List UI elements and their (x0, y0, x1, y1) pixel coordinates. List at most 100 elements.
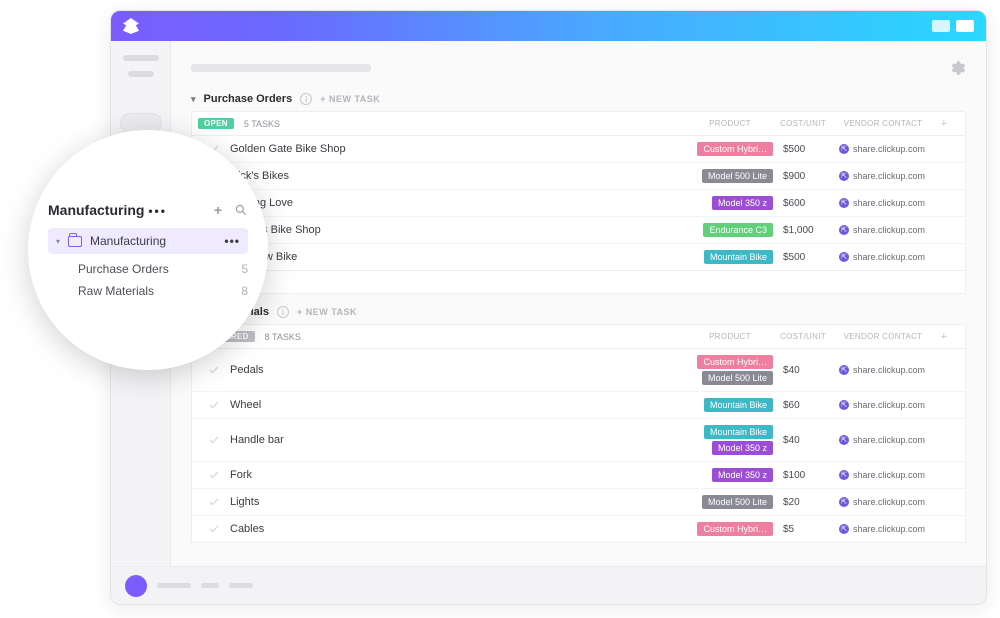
product-chip[interactable]: Model 350 z (712, 468, 773, 482)
cost-cell: $40 (773, 435, 833, 446)
sidebar-folder-manufacturing[interactable]: ▾ Manufacturing ••• (48, 228, 248, 254)
product-chip[interactable]: Model 500 Lite (702, 371, 773, 385)
cost-cell: $900 (773, 171, 833, 182)
cost-cell: $1,000 (773, 225, 833, 236)
task-row[interactable]: PedalsCustom Hybri…Model 500 Lite$40⇱sha… (192, 349, 965, 391)
folder-label: Manufacturing (90, 234, 166, 248)
vendor-cell[interactable]: ⇱share.clickup.com (833, 252, 933, 262)
vendor-cell[interactable]: ⇱share.clickup.com (833, 470, 933, 480)
task-name: Golden Gate Bike Shop (230, 143, 346, 155)
product-chip[interactable]: Custom Hybri… (697, 355, 773, 369)
link-icon: ⇱ (839, 144, 849, 154)
product-chip[interactable]: Model 350 z (712, 196, 773, 210)
cost-cell: $600 (773, 198, 833, 209)
task-row[interactable]: Cycling LoveModel 350 z$600⇱share.clicku… (192, 189, 965, 216)
check-icon (208, 434, 220, 446)
info-icon[interactable]: i (300, 93, 312, 105)
section-title: Purchase Orders (204, 93, 293, 105)
link-icon: ⇱ (839, 400, 849, 410)
product-chip[interactable]: Custom Hybri… (697, 522, 773, 536)
info-icon[interactable]: i (277, 306, 289, 318)
sidebar-list-purchase-orders[interactable]: Purchase Orders 5 (48, 262, 248, 276)
product-chip[interactable]: Mountain Bike (704, 398, 773, 412)
space-more-icon[interactable]: ••• (148, 204, 167, 218)
task-row[interactable]: Rick's BikesModel 500 Lite$900⇱share.cli… (192, 162, 965, 189)
section-subheader: REQUIRED 8 TASKS PRODUCT COST/UNIT VENDO… (191, 324, 966, 349)
vendor-cell[interactable]: ⇱share.clickup.com (833, 198, 933, 208)
col-vendor: VENDOR CONTACT (833, 332, 933, 341)
chevron-down-icon[interactable]: ▾ (56, 237, 60, 246)
link-icon: ⇱ (839, 470, 849, 480)
collapse-caret-icon[interactable]: ▾ (191, 94, 196, 105)
space-name[interactable]: Manufacturing (48, 202, 144, 218)
task-row[interactable]: LightsModel 500 Lite$20⇱share.clickup.co… (192, 488, 965, 515)
link-icon: ⇱ (839, 365, 849, 375)
task-rows: Golden Gate Bike ShopCustom Hybri…$500⇱s… (191, 136, 966, 271)
product-chip[interactable]: Mountain Bike (704, 250, 773, 264)
status-badge[interactable]: OPEN (198, 118, 234, 129)
list-label: Purchase Orders (78, 262, 169, 276)
product-chip[interactable]: Model 500 Lite (702, 169, 773, 183)
product-chip[interactable]: Mountain Bike (704, 425, 773, 439)
folder-icon (68, 236, 82, 247)
search-icon[interactable] (234, 203, 248, 217)
settings-icon[interactable] (948, 59, 966, 77)
list-count: 8 (241, 284, 248, 298)
add-column-button[interactable]: ＋ (933, 118, 955, 129)
window-controls (932, 20, 974, 32)
link-icon: ⇱ (839, 225, 849, 235)
vendor-cell[interactable]: ⇱share.clickup.com (833, 497, 933, 507)
vendor-cell[interactable]: ⇱share.clickup.com (833, 435, 933, 445)
new-task-button[interactable]: + NEW TASK (320, 94, 380, 104)
main-panel: ▾ Purchase Orders i + NEW TASK OPEN 5 TA… (171, 41, 986, 566)
task-row[interactable]: Rainbow BikeMountain Bike$500⇱share.clic… (192, 243, 965, 270)
link-icon: ⇱ (839, 497, 849, 507)
product-chip[interactable]: Model 350 z (712, 441, 773, 455)
vendor-cell[interactable]: ⇱share.clickup.com (833, 365, 933, 375)
task-row[interactable]: Golden Gate Bike ShopCustom Hybri…$500⇱s… (192, 136, 965, 162)
add-task-row[interactable]: + ADD TASK (192, 271, 965, 293)
product-cell: Model 350 z (687, 468, 773, 482)
link-icon: ⇱ (839, 171, 849, 181)
task-row[interactable]: Handle bar Mountain Bike Model 350 z$40⇱sh… (192, 418, 965, 461)
task-name: Handle bar (230, 434, 284, 446)
product-chip[interactable]: Custom Hybri… (697, 142, 773, 156)
new-task-button[interactable]: + NEW TASK (297, 307, 357, 317)
ghost-line (123, 55, 159, 61)
task-row[interactable]: CablesCustom Hybri…$5⇱share.clickup.com (192, 515, 965, 542)
product-cell: Custom Hybri… (687, 142, 773, 156)
product-cell: Mountain Bike (687, 398, 773, 412)
product-cell: Endurance C3 (687, 223, 773, 237)
sidebar-popup: Manufacturing ••• + ▾ Manufacturing ••• … (28, 130, 268, 370)
check-icon (208, 496, 220, 508)
vendor-cell[interactable]: ⇱share.clickup.com (833, 144, 933, 154)
window-min-button[interactable] (932, 20, 950, 32)
window-max-button[interactable] (956, 20, 974, 32)
link-icon: ⇱ (839, 435, 849, 445)
ghost-line (157, 583, 191, 588)
add-column-button[interactable]: ＋ (933, 331, 955, 342)
sidebar-list-raw-materials[interactable]: Raw Materials 8 (48, 284, 248, 298)
vendor-cell[interactable]: ⇱share.clickup.com (833, 225, 933, 235)
task-row[interactable]: Jenna's Bike ShopEndurance C3$1,000⇱shar… (192, 216, 965, 243)
product-chip[interactable]: Model 500 Lite (702, 495, 773, 509)
check-icon (208, 523, 220, 535)
ghost-line (201, 583, 219, 588)
task-row[interactable]: WheelMountain Bike$60⇱share.clickup.com (192, 391, 965, 418)
add-button[interactable]: + (214, 202, 222, 218)
product-cell: Custom Hybri… (687, 522, 773, 536)
section-header[interactable]: ▾ Purchase Orders i + NEW TASK (191, 93, 966, 105)
cost-cell: $100 (773, 470, 833, 481)
col-cost: COST/UNIT (773, 332, 833, 341)
vendor-cell[interactable]: ⇱share.clickup.com (833, 400, 933, 410)
vendor-cell[interactable]: ⇱share.clickup.com (833, 171, 933, 181)
product-chip[interactable]: Endurance C3 (703, 223, 773, 237)
link-icon: ⇱ (839, 524, 849, 534)
item-more-icon[interactable]: ••• (224, 234, 240, 248)
section-header[interactable]: ▾ aw Materials i + NEW TASK (191, 306, 966, 318)
task-name: Wheel (230, 399, 261, 411)
vendor-cell[interactable]: ⇱share.clickup.com (833, 524, 933, 534)
task-row[interactable]: ForkModel 350 z$100⇱share.clickup.com (192, 461, 965, 488)
ghost-line (128, 71, 154, 77)
chat-icon[interactable] (125, 575, 147, 597)
